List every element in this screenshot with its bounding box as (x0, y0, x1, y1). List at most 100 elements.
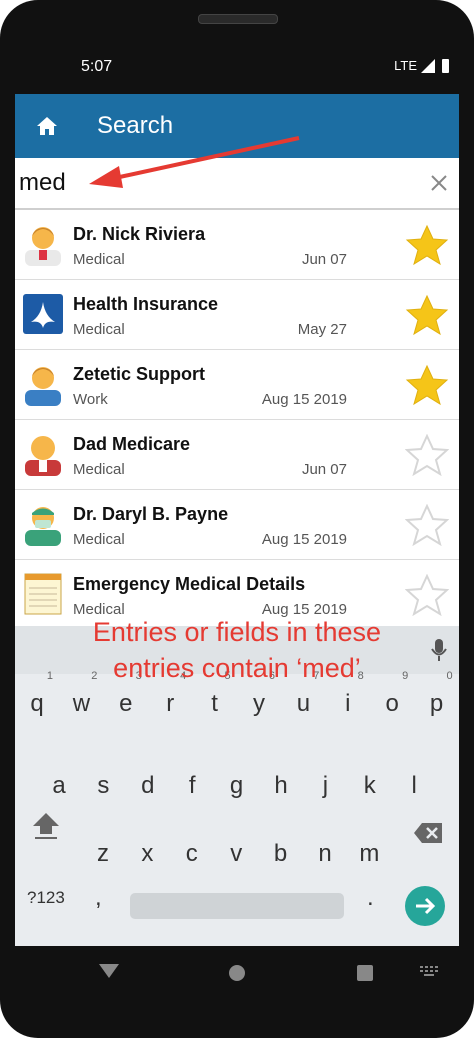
key-d[interactable]: d (126, 766, 170, 806)
star-outline-icon[interactable] (405, 574, 449, 616)
key-label: p (429, 690, 444, 717)
back-icon[interactable] (99, 964, 119, 978)
key-e[interactable]: e3 (104, 670, 148, 724)
key-z[interactable]: z (81, 834, 125, 874)
key-label: s (97, 772, 110, 799)
arrow-right-icon (416, 897, 436, 915)
entry-category: Medical (73, 531, 125, 548)
annotation-line-1: Entries or fields in these (92, 617, 382, 647)
key-t[interactable]: t5 (193, 670, 237, 724)
key-k[interactable]: k (348, 766, 392, 806)
key-label: c (185, 840, 198, 867)
entry-category: Work (73, 391, 108, 408)
key-q[interactable]: q1 (15, 670, 59, 724)
status-bar: 5:07 LTE (15, 50, 459, 90)
key-label: h (274, 772, 288, 799)
entry-date: Jun 07 (301, 251, 347, 268)
surgeon-avatar-icon (25, 507, 61, 546)
key-r[interactable]: r4 (148, 670, 192, 724)
entry-title: Health Insurance (73, 294, 219, 314)
annotation-line-2: entries contain ‘med’ (113, 653, 361, 683)
key-m[interactable]: m (347, 834, 391, 874)
close-icon[interactable] (429, 173, 449, 193)
entry-title: Dad Medicare (73, 434, 191, 454)
home-nav-icon[interactable] (229, 965, 245, 981)
key-label: e (119, 690, 133, 717)
home-icon[interactable] (35, 114, 59, 138)
key-label: v (230, 840, 243, 867)
key-label: w (72, 690, 91, 717)
key-label: l (411, 772, 417, 799)
key-label: k (363, 772, 376, 799)
entry-list: Dr. Nick Riviera Medical Jun 07 Health I… (15, 210, 459, 630)
person-avatar-icon (25, 367, 61, 406)
recents-icon[interactable] (357, 965, 373, 981)
key-label: u (296, 690, 311, 717)
key-label: r (166, 690, 175, 717)
app-screen: Search Dr. Nick Riviera Medical (15, 94, 459, 946)
key-label: z (97, 840, 109, 867)
enter-key[interactable] (405, 886, 445, 926)
entry-category: Medical (73, 321, 125, 338)
entry-date: Aug 15 2019 (261, 531, 347, 548)
star-filled-icon[interactable] (405, 364, 449, 406)
list-item[interactable]: Health Insurance Medical May 27 (15, 280, 459, 350)
entry-title: Zetetic Support (73, 364, 206, 384)
key-label: y (253, 690, 265, 717)
key-x[interactable]: x (125, 834, 169, 874)
key-label: q (30, 690, 44, 717)
keyboard-icon[interactable] (420, 966, 438, 976)
star-filled-icon[interactable] (405, 224, 449, 266)
key-h[interactable]: h (259, 766, 303, 806)
annotation-arrow (89, 136, 300, 188)
key-label: a (52, 772, 66, 799)
key-j[interactable]: j (303, 766, 347, 806)
key-label: t (211, 690, 218, 717)
key-n[interactable]: n (303, 834, 347, 874)
key-b[interactable]: b (259, 834, 303, 874)
key-v[interactable]: v (214, 834, 258, 874)
comma-key[interactable]: , (95, 884, 102, 912)
symbols-key[interactable]: ?123 (27, 888, 65, 908)
entry-category: Medical (73, 461, 125, 478)
phone-frame: 5:07 LTE Search med Dr. Nick Riviera Med… (0, 0, 474, 1038)
key-u[interactable]: u7 (281, 670, 325, 724)
key-i[interactable]: i8 (326, 670, 370, 724)
key-label: j (322, 772, 329, 799)
key-p[interactable]: p0 (415, 670, 459, 724)
star-outline-icon[interactable] (405, 434, 449, 476)
key-label: m (359, 840, 380, 867)
key-label: b (273, 840, 288, 867)
status-time: 5:07 (81, 58, 113, 75)
key-y[interactable]: y6 (237, 670, 281, 724)
list-item[interactable]: Dad Medicare Medical Jun 07 (15, 420, 459, 490)
key-s[interactable]: s (81, 766, 125, 806)
key-label: o (385, 690, 399, 717)
list-item[interactable]: Dr. Nick Riviera Medical Jun 07 (15, 210, 459, 280)
star-outline-icon[interactable] (405, 504, 449, 546)
key-o[interactable]: o9 (370, 670, 414, 724)
entry-date: May 27 (297, 321, 347, 338)
backspace-icon[interactable] (413, 822, 443, 844)
signal-icon (421, 58, 435, 73)
list-item[interactable]: Dr. Daryl B. Payne Medical Aug 15 2019 (15, 490, 459, 560)
key-w[interactable]: w2 (59, 670, 103, 724)
key-f[interactable]: f (170, 766, 214, 806)
space-bar[interactable] (130, 893, 344, 919)
key-g[interactable]: g (215, 766, 259, 806)
period-key[interactable]: . (367, 884, 374, 912)
key-label: d (141, 772, 155, 799)
star-filled-icon[interactable] (405, 294, 449, 336)
shift-icon[interactable] (29, 809, 63, 841)
key-a[interactable]: a (37, 766, 81, 806)
entry-title: Emergency Medical Details (73, 574, 306, 594)
list-item[interactable]: Zetetic Support Work Aug 15 2019 (15, 350, 459, 420)
key-label: x (141, 840, 154, 867)
doctor-avatar-icon (25, 227, 61, 266)
notepad-icon (24, 573, 62, 615)
key-c[interactable]: c (170, 834, 214, 874)
annotation-text: Entries or fields in these entries conta… (15, 614, 459, 686)
entry-date: Jun 07 (301, 461, 347, 478)
speaker-grille (198, 14, 278, 24)
key-l[interactable]: l (392, 766, 436, 806)
